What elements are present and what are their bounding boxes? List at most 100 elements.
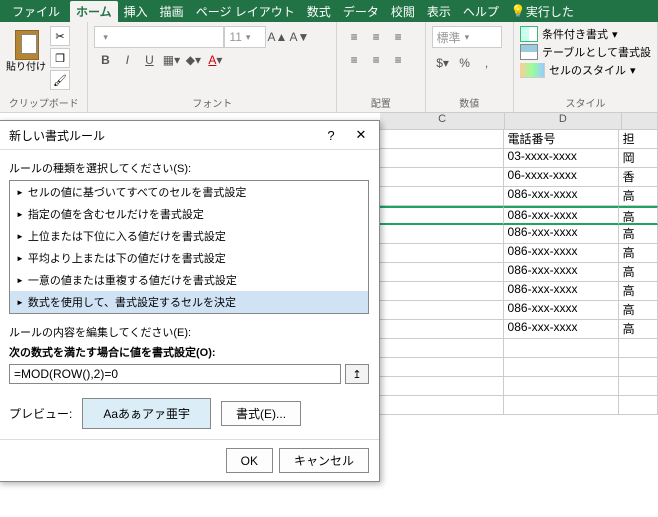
tab-挿入[interactable]: 挿入 [118,1,154,22]
ok-button[interactable]: OK [226,448,273,473]
comma-icon[interactable]: , [476,52,498,74]
cell[interactable]: 高 [619,206,658,225]
tab-ホーム[interactable]: ホーム [70,1,118,22]
cell[interactable]: 086-xxx-xxxx [504,320,619,339]
font-name-dropdown[interactable] [94,26,224,48]
cancel-button[interactable]: キャンセル [279,448,369,473]
cell[interactable]: 086-xxx-xxxx [504,244,619,263]
font-color-icon[interactable]: A▾ [204,49,226,71]
col-header-c[interactable]: C [380,112,505,130]
rule-type-item[interactable]: 数式を使用して、書式設定するセルを決定 [10,291,368,313]
border-icon[interactable]: ▦▾ [160,49,182,71]
tab-データ[interactable]: データ [337,1,385,22]
cell[interactable] [380,396,504,415]
rule-type-list[interactable]: セルの値に基づいてすべてのセルを書式設定指定の値を含むセルだけを書式設定上位また… [9,180,369,314]
copy-icon[interactable]: ❐ [50,48,70,68]
cell[interactable]: 高 [619,225,658,244]
cell[interactable]: 高 [619,263,658,282]
col-header-d[interactable]: D [505,112,621,130]
align-mid-icon[interactable]: ≡ [365,26,387,48]
bold-button[interactable]: B [94,49,116,71]
cell[interactable] [504,358,619,377]
percent-icon[interactable]: % [454,52,476,74]
cell[interactable]: 086-xxx-xxxx [504,282,619,301]
cell[interactable] [504,396,619,415]
align-left-icon[interactable]: ≡ [343,49,365,71]
currency-icon[interactable]: $▾ [432,52,454,74]
cell[interactable]: 06-xxxx-xxxx [504,168,619,187]
cell[interactable]: 高 [619,187,658,206]
tellme[interactable]: 実行した [526,3,574,20]
paste-button[interactable]: 貼り付け [6,26,46,73]
worksheet[interactable]: C D 電話番号担03-xxxx-xxxx岡06-xxxx-xxxx香086-x… [380,112,658,517]
cell[interactable]: 086-xxx-xxxx [504,263,619,282]
cell[interactable] [380,282,504,301]
cell[interactable]: 086-xxx-xxxx [504,187,619,206]
tab-校閲[interactable]: 校閲 [385,1,421,22]
cell[interactable]: 高 [619,301,658,320]
cell[interactable]: 086-xxx-xxxx [504,301,619,320]
range-picker-icon[interactable]: ↥ [345,364,369,384]
cell[interactable] [380,263,504,282]
tab-ヘルプ[interactable]: ヘルプ [457,1,505,22]
rule-type-item[interactable]: セルの値に基づいてすべてのセルを書式設定 [10,181,368,203]
cell[interactable] [619,339,658,358]
cut-icon[interactable]: ✂ [50,26,70,46]
fill-color-icon[interactable]: ◆▾ [182,49,204,71]
italic-button[interactable]: I [116,49,138,71]
rule-type-item[interactable]: 指定の値を含むセルだけを書式設定 [10,203,368,225]
rule-type-item[interactable]: 上位または下位に入る値だけを書式設定 [10,225,368,247]
format-as-table-button[interactable]: テーブルとして書式設 [520,44,651,60]
tab-ページ レイアウト[interactable]: ページ レイアウト [190,1,301,22]
cell[interactable]: 岡 [619,149,658,168]
rule-type-item[interactable]: 平均より上または下の値だけを書式設定 [10,247,368,269]
increase-font-icon[interactable]: A▲ [266,26,288,48]
font-size-dropdown[interactable]: 11 [224,26,266,48]
cell[interactable] [380,339,504,358]
cell[interactable] [380,206,504,225]
cell[interactable] [380,301,504,320]
align-bot-icon[interactable]: ≡ [387,26,409,48]
align-right-icon[interactable]: ≡ [387,49,409,71]
cell[interactable] [619,396,658,415]
cell-styles-button[interactable]: セルのスタイル▾ [520,62,636,78]
cell[interactable]: 香 [619,168,658,187]
cell[interactable]: 高 [619,282,658,301]
number-format-dropdown[interactable]: 標準 [432,26,502,48]
cell[interactable] [380,149,504,168]
formula-input[interactable] [9,364,341,384]
cell[interactable]: 高 [619,244,658,263]
dialog-close-button[interactable]: ✕ [349,125,373,145]
col-header-e[interactable] [622,112,658,130]
cell[interactable] [619,377,658,396]
align-center-icon[interactable]: ≡ [365,49,387,71]
cell[interactable]: 086-xxx-xxxx [504,225,619,244]
cell[interactable]: 高 [619,320,658,339]
decrease-font-icon[interactable]: A▼ [288,26,310,48]
header-cell[interactable]: 担 [619,130,658,149]
cell[interactable] [380,244,504,263]
tab-file[interactable]: ファイル [8,1,64,22]
cell[interactable]: 03-xxxx-xxxx [504,149,619,168]
cell[interactable] [380,187,504,206]
format-button[interactable]: 書式(E)... [221,401,301,426]
tab-表示[interactable]: 表示 [421,1,457,22]
format-painter-icon[interactable]: 🖌 [50,70,70,90]
underline-button[interactable]: U [138,49,160,71]
cell[interactable] [380,168,504,187]
header-cell[interactable] [380,130,504,149]
conditional-formatting-button[interactable]: 条件付き書式▾ [520,26,618,42]
header-cell[interactable]: 電話番号 [504,130,619,149]
cell[interactable] [619,358,658,377]
cell[interactable] [380,377,504,396]
cell[interactable] [380,225,504,244]
rule-type-item[interactable]: 一意の値または重複する値だけを書式設定 [10,269,368,291]
cell[interactable] [504,377,619,396]
cell[interactable]: 086-xxx-xxxx [504,206,619,225]
cell[interactable] [504,339,619,358]
tab-描画[interactable]: 描画 [154,1,190,22]
dialog-help-button[interactable]: ? [319,125,343,145]
cell[interactable] [380,358,504,377]
tab-数式[interactable]: 数式 [301,1,337,22]
cell[interactable] [380,320,504,339]
